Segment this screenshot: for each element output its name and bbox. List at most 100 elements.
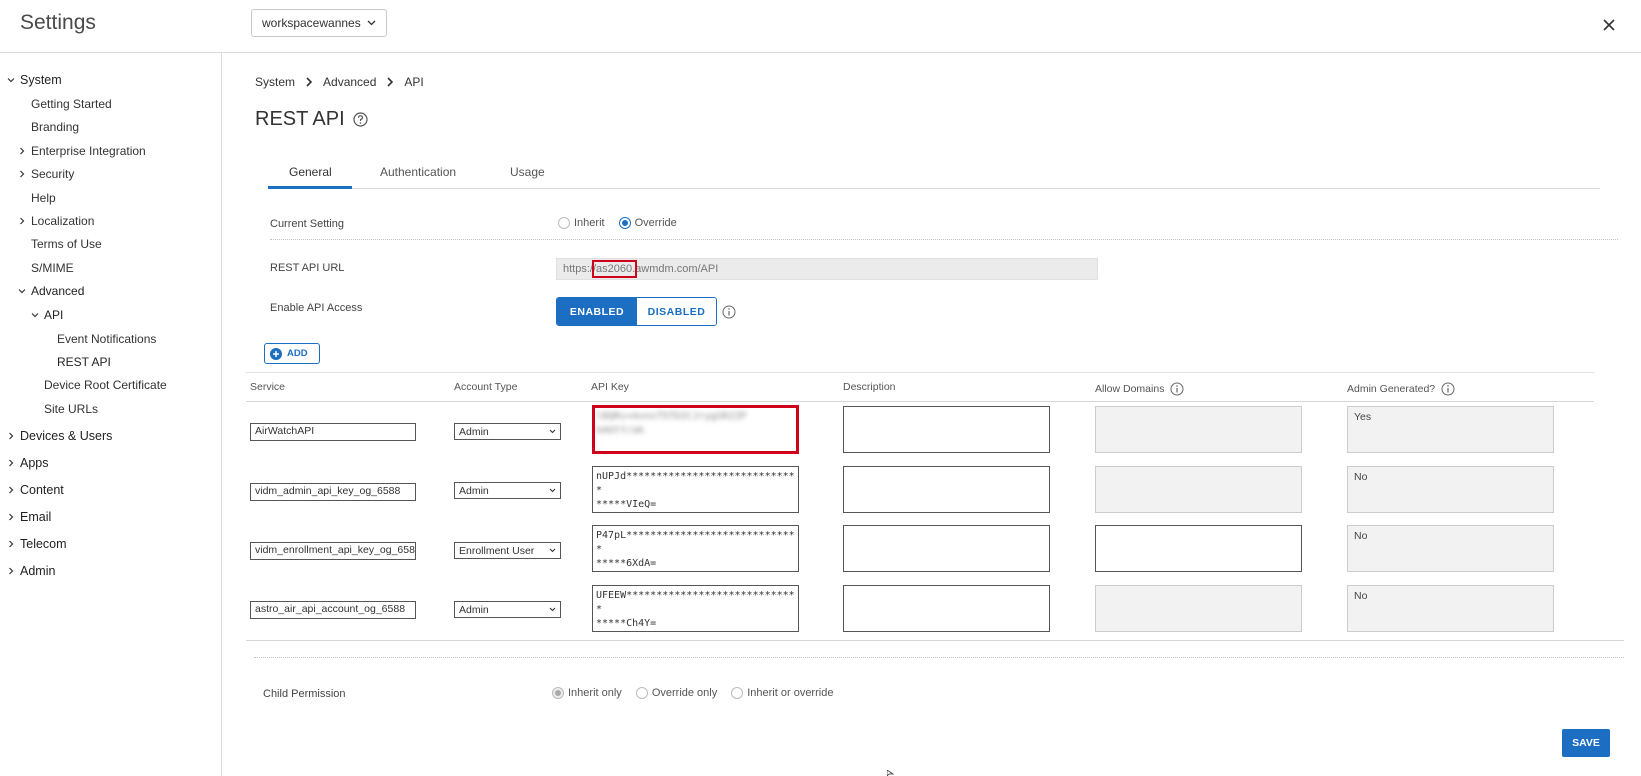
- account-type-value: Admin: [459, 425, 489, 438]
- api-key-line: *****6XdA=: [596, 558, 657, 569]
- description-field[interactable]: [843, 585, 1050, 632]
- page-title-text: REST API: [255, 108, 345, 130]
- divider: [270, 239, 1618, 240]
- help-icon[interactable]: [353, 112, 368, 127]
- chevron-right-icon: [387, 77, 394, 87]
- app-header: Settings workspacewannes: [0, 0, 1641, 53]
- enable-api-access-toggle: ENABLED DISABLED: [556, 297, 717, 326]
- column-header-label: Allow Domains: [1095, 383, 1165, 395]
- grid-bottom-border: [246, 640, 1624, 641]
- allow-domains-field[interactable]: [1095, 525, 1302, 572]
- tab-general[interactable]: General: [289, 165, 332, 179]
- app-title: Settings: [20, 11, 96, 34]
- api-key-field[interactable]: P47pL***************************** *****6…: [592, 525, 799, 572]
- sidebar-item-event-notifications[interactable]: Event Notifications: [57, 332, 156, 346]
- info-icon[interactable]: [1441, 382, 1455, 396]
- info-icon[interactable]: [722, 305, 736, 319]
- api-key-field[interactable]: nUPJd***************************** *****V…: [592, 466, 799, 513]
- sidebar-item-devices-users[interactable]: Devices & Users: [6, 429, 112, 443]
- sidebar-item-enterprise-integration[interactable]: Enterprise Integration: [17, 144, 146, 158]
- column-header-account-type[interactable]: Account Type: [454, 381, 517, 393]
- radio-inherit-or-override[interactable]: Inherit or override: [731, 687, 833, 699]
- admin-generated-value: No: [1354, 590, 1368, 602]
- sidebar-item-content[interactable]: Content: [6, 483, 64, 497]
- sidebar-item-help[interactable]: Help: [31, 191, 56, 205]
- sidebar-item-terms-of-use[interactable]: Terms of Use: [31, 237, 102, 251]
- current-setting-radio-group: Inherit Override: [558, 217, 687, 229]
- service-name-input[interactable]: astro_air_api_account_og_6588: [250, 601, 416, 619]
- service-name-input[interactable]: vidm_admin_api_key_og_6588: [250, 483, 416, 501]
- service-name-input[interactable]: AirWatchAPI: [250, 423, 416, 441]
- close-icon[interactable]: [1598, 14, 1620, 36]
- child-permission-radio-group: Inherit only Override only Inherit or ov…: [552, 687, 843, 699]
- sidebar-item-rest-api[interactable]: REST API: [57, 355, 111, 369]
- account-type-value: Admin: [459, 484, 489, 497]
- tab-usage[interactable]: Usage: [510, 165, 545, 179]
- sidebar-item-label: Site URLs: [44, 402, 99, 416]
- sidebar-item-branding[interactable]: Branding: [31, 120, 79, 134]
- account-type-select[interactable]: Admin: [454, 482, 561, 499]
- sidebar-item-device-root-certificate[interactable]: Device Root Certificate: [44, 378, 167, 392]
- chevron-down-icon: [7, 78, 15, 83]
- sidebar-item-label: Enterprise Integration: [31, 144, 146, 158]
- column-header-service[interactable]: Service: [250, 381, 285, 393]
- sidebar-item-apps[interactable]: Apps: [6, 456, 49, 470]
- sidebar-item-getting-started[interactable]: Getting Started: [31, 97, 112, 111]
- column-header-label: Description: [843, 381, 896, 393]
- sidebar-item-telecom[interactable]: Telecom: [6, 537, 67, 551]
- rest-api-url-value: https://as2060.awmdm.com/API: [563, 263, 719, 275]
- sidebar-item-security[interactable]: Security: [17, 167, 74, 181]
- sidebar-item-admin[interactable]: Admin: [6, 564, 55, 578]
- radio-inherit-only[interactable]: Inherit only: [552, 687, 622, 699]
- info-icon[interactable]: [1170, 382, 1184, 396]
- column-header-admin-generated[interactable]: Admin Generated?: [1347, 382, 1455, 396]
- radio-inherit-control[interactable]: [558, 217, 570, 229]
- radio-inherit-or-override-control[interactable]: [731, 687, 744, 699]
- sidebar-item-localization[interactable]: Localization: [17, 214, 94, 228]
- radio-override-only-label: Override only: [651, 687, 718, 699]
- sidebar-item-site-urls[interactable]: Site URLs: [44, 402, 98, 416]
- sidebar-item-smime[interactable]: S/MIME: [31, 261, 74, 275]
- enabled-button[interactable]: ENABLED: [557, 298, 637, 325]
- organization-group-selector[interactable]: workspacewannes: [251, 9, 387, 37]
- sidebar-item-advanced[interactable]: Advanced: [17, 284, 84, 298]
- radio-override[interactable]: Override: [618, 217, 677, 229]
- description-field[interactable]: [843, 525, 1050, 572]
- chevron-right-icon: [9, 432, 14, 440]
- tab-bar: General Authentication Usage: [268, 160, 1600, 189]
- admin-generated-value: No: [1354, 530, 1368, 542]
- column-header-api-key[interactable]: API Key: [591, 381, 629, 393]
- account-type-select[interactable]: Enrollment User: [454, 542, 561, 559]
- radio-inherit-label: Inherit: [574, 217, 605, 229]
- tab-authentication[interactable]: Authentication: [380, 165, 456, 179]
- column-header-description[interactable]: Description: [843, 381, 896, 393]
- account-type-select[interactable]: Admin: [454, 423, 561, 440]
- radio-override-only-control[interactable]: [635, 687, 648, 699]
- service-name-input[interactable]: vidm_enrollment_api_key_og_6588: [250, 542, 416, 560]
- chevron-right-icon: [9, 513, 14, 521]
- sidebar-item-api[interactable]: API: [30, 308, 63, 322]
- description-field[interactable]: [843, 406, 1050, 453]
- save-button[interactable]: SAVE: [1562, 729, 1610, 757]
- admin-generated-value: No: [1354, 471, 1368, 483]
- chevron-down-icon: [549, 488, 556, 493]
- account-type-select[interactable]: Admin: [454, 601, 561, 618]
- add-button[interactable]: ADD: [264, 343, 320, 364]
- sidebar-item-system[interactable]: System: [6, 73, 62, 87]
- breadcrumb-advanced[interactable]: Advanced: [323, 75, 376, 89]
- column-header-allow-domains[interactable]: Allow Domains: [1095, 382, 1184, 396]
- radio-inherit-only-control[interactable]: [552, 687, 564, 699]
- sidebar-item-email[interactable]: Email: [6, 510, 51, 524]
- active-tab-indicator: [268, 186, 352, 189]
- radio-override-control[interactable]: [618, 217, 631, 229]
- chevron-right-icon: [9, 459, 14, 467]
- plus-circle-icon: [270, 347, 282, 360]
- disabled-button[interactable]: DISABLED: [637, 298, 716, 325]
- api-key-field[interactable]: UFEEW***************************** *****C…: [592, 585, 799, 632]
- description-field[interactable]: [843, 466, 1050, 513]
- breadcrumb-system[interactable]: System: [255, 75, 295, 89]
- radio-override-only[interactable]: Override only: [635, 687, 718, 699]
- radio-inherit[interactable]: Inherit: [558, 217, 605, 229]
- chevron-right-icon: [306, 77, 313, 87]
- chevron-down-icon: [367, 20, 376, 26]
